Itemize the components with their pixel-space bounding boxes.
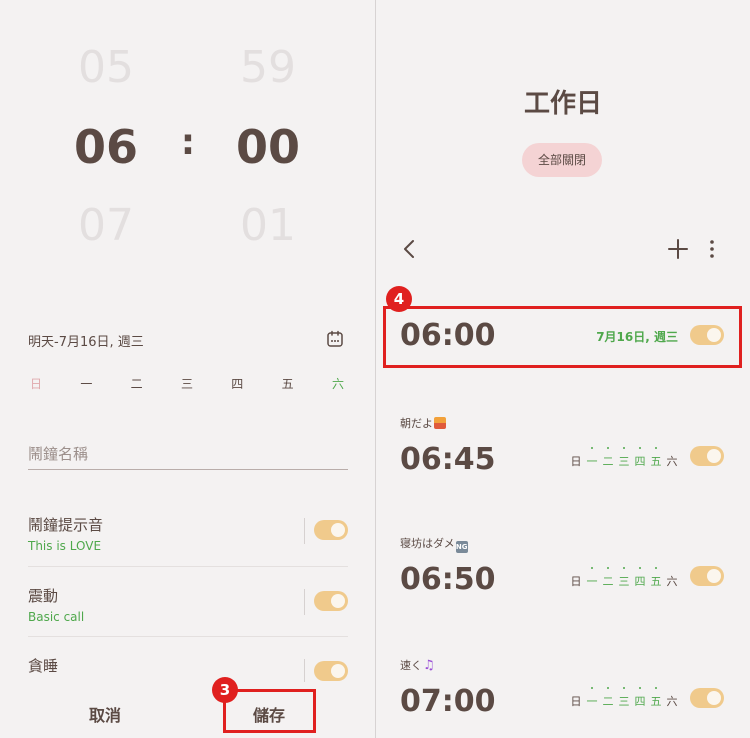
toggle-knob xyxy=(331,523,345,537)
hour-prev[interactable]: 05 xyxy=(46,42,166,93)
minute-selected[interactable]: 00 xyxy=(208,120,328,174)
alarm-item[interactable]: 朝だよ 06:45 日 一 二 三 四 五 六 xyxy=(376,410,750,490)
alarm-label: 朝だよ xyxy=(400,415,446,431)
divider xyxy=(28,636,348,637)
day-thu: 四 xyxy=(632,447,648,469)
alarm-list-screen: 工作日 全部關閉 06:00 7月16日, 週三 朝だよ 06:45 日 一 二… xyxy=(376,0,750,738)
day-wed: 三 xyxy=(616,447,632,469)
day-thu: 四 xyxy=(632,687,648,709)
sunrise-emoji-icon xyxy=(434,417,446,429)
weekday-selector: 日 一 二 三 四 五 六 xyxy=(14,375,360,392)
day-sat: 六 xyxy=(666,455,678,468)
day-sat: 六 xyxy=(666,575,678,588)
day-wed: 三 xyxy=(616,567,632,589)
weekday-wed[interactable]: 三 xyxy=(165,375,209,392)
alarm-item[interactable]: 寝坊はダメNG 06:50 日 一 二 三 四 五 六 xyxy=(376,530,750,610)
step-badge-3: 3 xyxy=(212,677,238,703)
weekday-mon[interactable]: 一 xyxy=(64,375,108,392)
day-mon: 一 xyxy=(584,447,600,469)
weekday-sun[interactable]: 日 xyxy=(14,375,58,392)
alarm-sound-toggle[interactable] xyxy=(314,520,348,540)
alarm-label-text: 朝だよ xyxy=(400,417,433,430)
save-button-highlight xyxy=(223,689,316,733)
alarm-time: 06:50 xyxy=(400,562,496,597)
alarm-name-input[interactable] xyxy=(28,438,348,470)
alarm-label-text: 寝坊はダメ xyxy=(400,537,455,550)
alarm-edit-screen: 05 06 07 : 59 00 01 明天-7月16日, 週三 日 一 二 三… xyxy=(0,0,375,738)
time-separator: : xyxy=(180,122,196,163)
ng-emoji-icon: NG xyxy=(455,541,468,553)
alarm-label: 寝坊はダメNG xyxy=(400,535,468,553)
alarm-toggle[interactable] xyxy=(690,688,724,708)
back-arrow-icon[interactable] xyxy=(400,238,420,260)
toggle-knob xyxy=(707,691,721,705)
alarm-time: 07:00 xyxy=(400,684,496,719)
vibration-value: Basic call xyxy=(28,610,85,624)
day-sun: 日 xyxy=(570,695,582,708)
day-mon: 一 xyxy=(584,687,600,709)
day-wed: 三 xyxy=(616,687,632,709)
alarm-toggle[interactable] xyxy=(690,446,724,466)
group-title: 工作日 xyxy=(523,89,602,119)
weekday-fri[interactable]: 五 xyxy=(266,375,310,392)
repeat-days: 日 一 二 三 四 五 六 xyxy=(568,447,680,469)
day-thu: 四 xyxy=(632,567,648,589)
weekday-thu[interactable]: 四 xyxy=(215,375,259,392)
day-tue: 二 xyxy=(600,447,616,469)
minute-next[interactable]: 01 xyxy=(208,200,328,251)
alarm-label: 速く♫ xyxy=(400,657,435,673)
turn-off-all-button[interactable]: 全部關閉 xyxy=(522,143,602,177)
toggle-knob xyxy=(331,664,345,678)
day-tue: 二 xyxy=(600,687,616,709)
divider xyxy=(304,518,305,544)
day-fri: 五 xyxy=(648,687,664,709)
calendar-icon[interactable] xyxy=(326,330,344,348)
vibration-toggle[interactable] xyxy=(314,591,348,611)
day-sat: 六 xyxy=(666,695,678,708)
hour-next[interactable]: 07 xyxy=(46,200,166,251)
day-mon: 一 xyxy=(584,567,600,589)
cancel-button[interactable]: 取消 xyxy=(89,702,121,726)
day-tue: 二 xyxy=(600,567,616,589)
alarm-date-text: 明天-7月16日, 週三 xyxy=(28,335,144,350)
weekday-sat[interactable]: 六 xyxy=(316,375,360,392)
day-fri: 五 xyxy=(648,447,664,469)
more-options-icon[interactable] xyxy=(708,238,716,260)
divider xyxy=(28,566,348,567)
alarm-time: 06:45 xyxy=(400,442,496,477)
day-fri: 五 xyxy=(648,567,664,589)
bottom-action-bar: 取消 儲存 xyxy=(0,682,375,738)
snooze-toggle[interactable] xyxy=(314,661,348,681)
add-alarm-icon[interactable] xyxy=(668,239,688,259)
new-alarm-highlight xyxy=(383,306,742,368)
day-sun: 日 xyxy=(570,455,582,468)
snooze-setting[interactable]: 貪睡 xyxy=(28,655,348,685)
alarm-item[interactable]: 速く♫ 07:00 日 一 二 三 四 五 六 xyxy=(376,652,750,738)
alarm-label-text: 速く xyxy=(400,659,422,672)
day-sun: 日 xyxy=(570,575,582,588)
step-badge-4: 4 xyxy=(386,286,412,312)
snooze-title: 貪睡 xyxy=(28,657,59,675)
alarm-sound-setting[interactable]: 鬧鐘提示音 This is LOVE xyxy=(28,514,348,553)
repeat-days: 日 一 二 三 四 五 六 xyxy=(568,567,680,589)
divider xyxy=(304,589,305,615)
minute-prev[interactable]: 59 xyxy=(208,42,328,93)
weekday-tue[interactable]: 二 xyxy=(115,375,159,392)
hour-selected[interactable]: 06 xyxy=(46,120,166,174)
repeat-days: 日 一 二 三 四 五 六 xyxy=(568,687,680,709)
music-note-emoji-icon: ♫ xyxy=(423,658,435,673)
alarm-toggle[interactable] xyxy=(690,566,724,586)
alarm-sound-value: This is LOVE xyxy=(28,539,102,553)
vibration-title: 震動 xyxy=(28,587,59,605)
alarm-sound-title: 鬧鐘提示音 xyxy=(28,516,104,534)
toggle-knob xyxy=(707,449,721,463)
toggle-knob xyxy=(707,569,721,583)
toggle-knob xyxy=(331,594,345,608)
vibration-setting[interactable]: 震動 Basic call xyxy=(28,585,348,624)
